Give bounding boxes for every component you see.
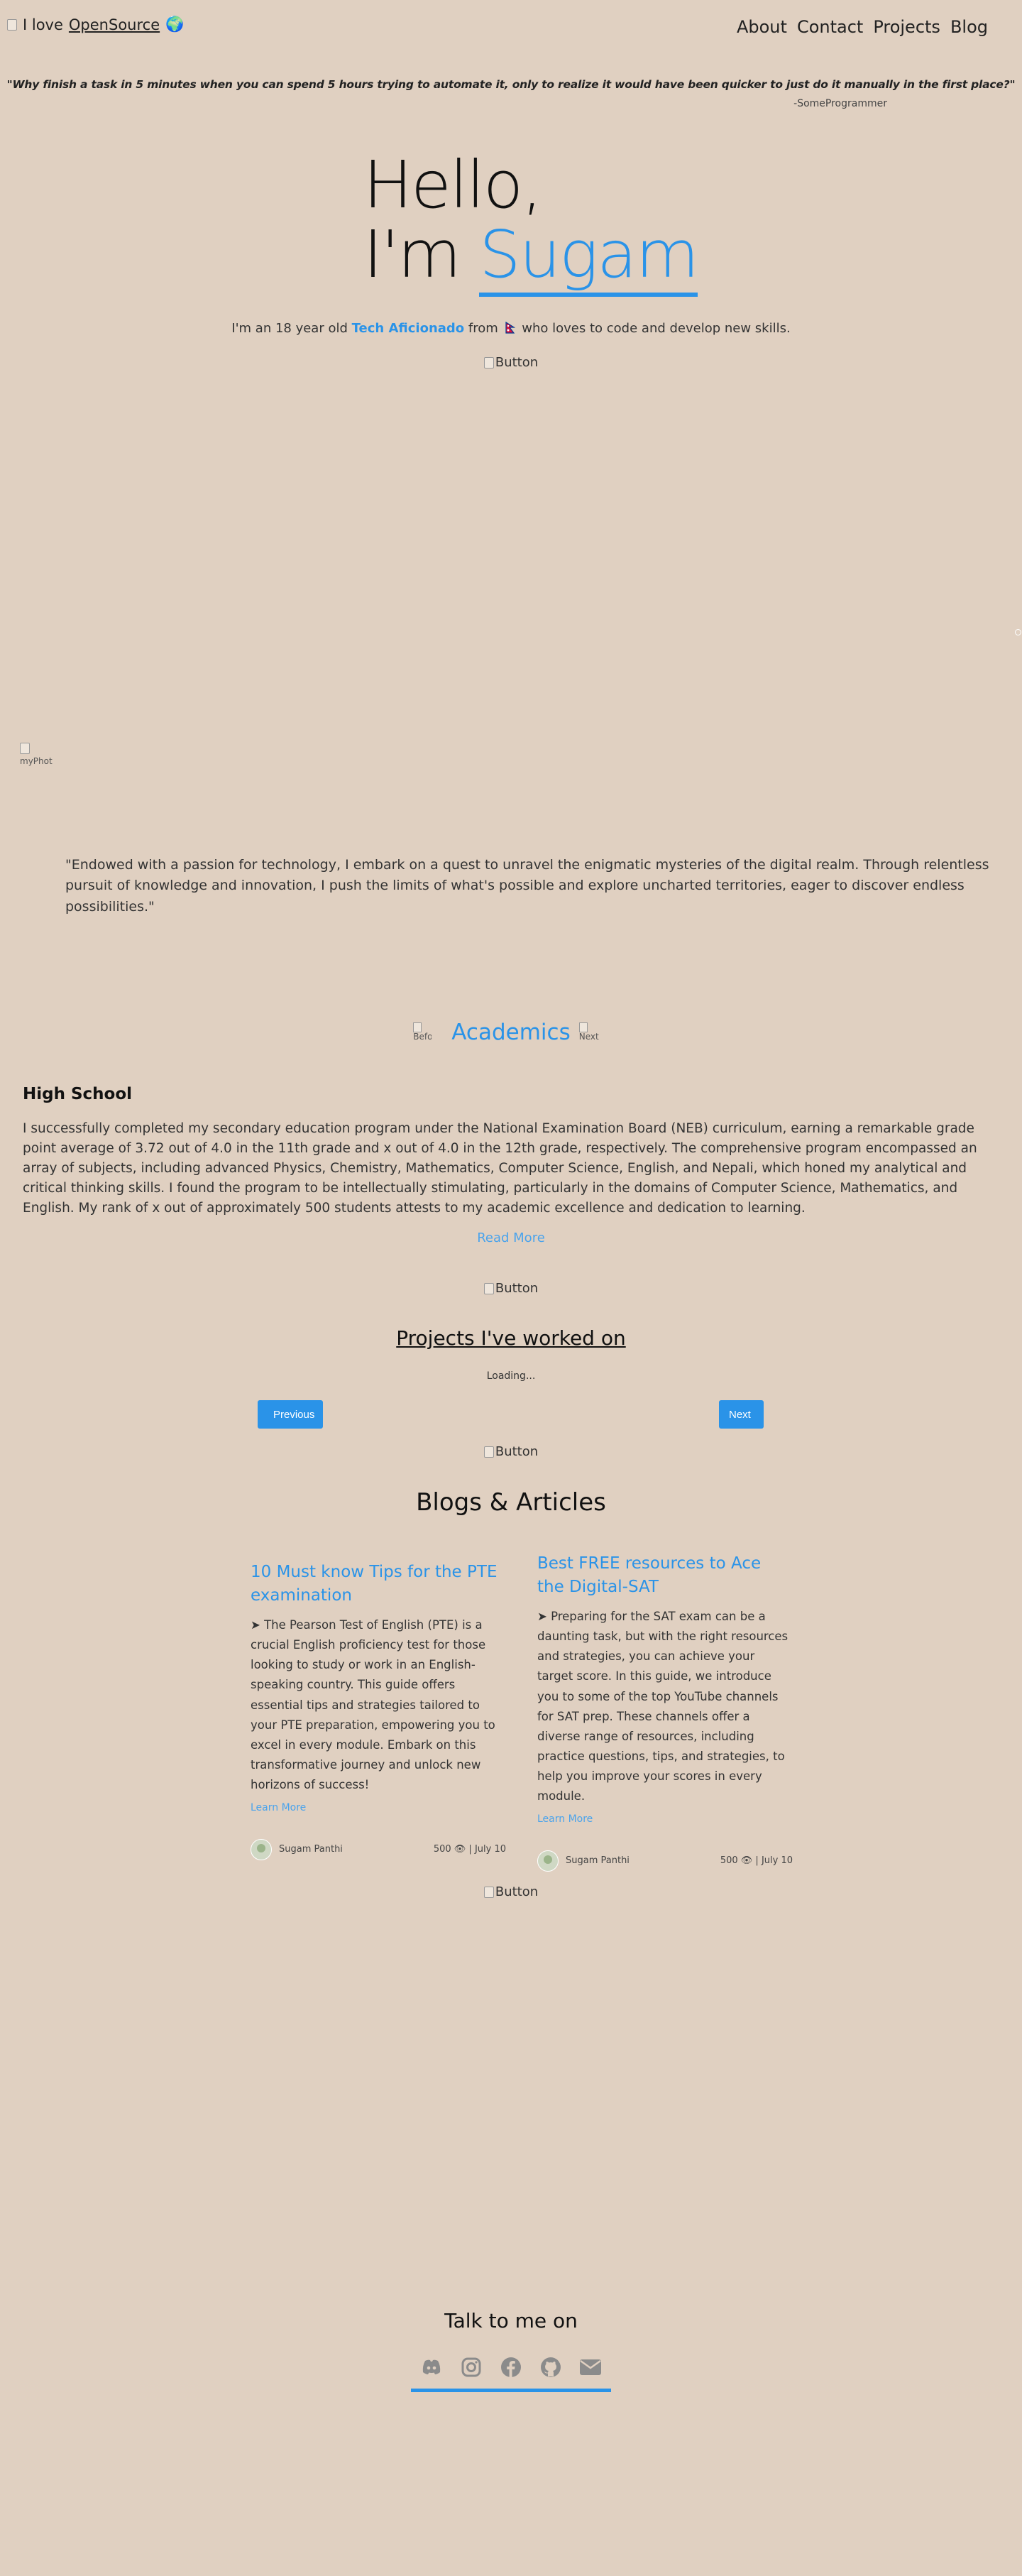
blog-author: Sugam Panthi	[279, 1844, 343, 1855]
nav-blog[interactable]: Blog	[950, 17, 988, 37]
nav-about[interactable]: About	[737, 17, 787, 37]
high-school-title: High School	[23, 1085, 133, 1103]
academics-button-alt: Button	[495, 1281, 539, 1296]
blog-card-meta: Sugam Panthi 500 👁 | July 10	[537, 1850, 793, 1872]
academics-before-button[interactable]: Before	[413, 1022, 443, 1042]
hero-hello: Hello,	[363, 147, 542, 223]
blog-card: Best FREE resources to Ace the Digital-S…	[537, 1552, 793, 1872]
academics-next-button[interactable]: Next	[578, 1022, 609, 1042]
blogs-scroll-button[interactable]: Button	[0, 1884, 1022, 1899]
opensource-link[interactable]: OpenSource	[69, 16, 160, 33]
avatar	[251, 1838, 272, 1860]
avatar	[537, 1850, 559, 1872]
high-school-text: I successfully completed my secondary ed…	[23, 1121, 977, 1216]
blog-stats: 500 👁 | July 10	[720, 1855, 793, 1867]
broken-image-icon	[483, 1886, 494, 1898]
broken-image-icon	[483, 356, 494, 369]
projects-scroll-button[interactable]: Button	[0, 1444, 1022, 1459]
projects-button-alt: Button	[495, 1444, 539, 1459]
hero-heading: Hello, I'm Sugam	[363, 147, 699, 298]
blog-card: 10 Must know Tips for the PTE examinatio…	[251, 1561, 506, 1860]
brand[interactable]: I love OpenSource 🌍	[7, 16, 184, 33]
academics-header: Before Academics Next	[0, 1020, 1022, 1045]
intro-accent: Tech Aficionado	[351, 321, 465, 336]
contact-title: Talk to me on	[444, 2309, 578, 2332]
brand-prefix: I love	[23, 16, 63, 33]
header-quote: "Why finish a task in 5 minutes when you…	[6, 78, 1016, 91]
nepal-flag-icon	[505, 322, 515, 334]
next-alt: Next	[578, 1032, 599, 1042]
blog-card-title[interactable]: Best FREE resources to Ace the Digital-S…	[537, 1552, 793, 1598]
hero-im: I'm	[363, 217, 461, 293]
read-more-link[interactable]: Read More	[0, 1230, 1022, 1245]
globe-icon: 🌍	[165, 16, 185, 33]
blog-card-title[interactable]: 10 Must know Tips for the PTE examinatio…	[251, 1561, 506, 1607]
blog-card-body: ➤ The Pearson Test of English (PTE) is a…	[251, 1618, 495, 1791]
nav-contact[interactable]: Contact	[797, 17, 863, 37]
discord-icon[interactable]	[420, 2356, 443, 2379]
previous-button[interactable]: Previous	[258, 1400, 323, 1429]
intro-suffix: who loves to code and develop new skills…	[522, 321, 791, 336]
blog-card-meta: Sugam Panthi 500 👁 | July 10	[251, 1838, 506, 1860]
broken-image-icon	[483, 1446, 494, 1458]
photo-alt: myPhoto	[20, 756, 53, 767]
broken-image-icon	[483, 1282, 494, 1294]
before-alt: Before	[413, 1032, 432, 1042]
nav-projects[interactable]: Projects	[873, 17, 940, 37]
logo-image	[7, 18, 17, 31]
blogs-button-alt: Button	[495, 1884, 539, 1899]
email-icon[interactable]	[579, 2356, 602, 2379]
hero-name: Sugam	[479, 217, 699, 298]
academics-scroll-button[interactable]: Button	[0, 1281, 1022, 1296]
projects-loading: Loading...	[486, 1370, 536, 1382]
scroll-indicator[interactable]	[1015, 629, 1021, 635]
blog-card-body: ➤ Preparing for the SAT exam can be a da…	[537, 1610, 789, 1803]
blogs-title: Blogs & Articles	[416, 1488, 606, 1517]
facebook-icon[interactable]	[500, 2356, 522, 2379]
quote-author: -SomeProgrammer	[793, 98, 887, 109]
github-icon[interactable]	[539, 2356, 562, 2379]
intro-prefix: I'm an 18 year old	[231, 321, 348, 336]
instagram-icon[interactable]	[460, 2356, 483, 2379]
about-quote: "Endowed with a passion for technology, …	[65, 857, 989, 915]
main-nav: About Contact Projects Blog	[737, 17, 988, 37]
intro-from: from	[468, 321, 498, 336]
academics-title: Academics	[451, 1020, 571, 1045]
learn-more-link[interactable]: Learn More	[251, 1802, 506, 1813]
broken-image-icon	[20, 743, 30, 754]
hero-intro: I'm an 18 year old Tech Aficionado from …	[0, 321, 1022, 336]
blog-stats: 500 👁 | July 10	[433, 1844, 506, 1855]
learn-more-link[interactable]: Learn More	[537, 1813, 793, 1825]
projects-title: Projects I've worked on	[396, 1326, 626, 1350]
hero-scroll-button[interactable]: Button	[0, 355, 1022, 370]
my-photo: myPhoto	[20, 743, 53, 767]
hero-button-alt: Button	[495, 355, 539, 370]
blog-author: Sugam Panthi	[566, 1855, 630, 1867]
social-links	[411, 2356, 611, 2392]
next-button[interactable]: Next	[719, 1400, 764, 1429]
